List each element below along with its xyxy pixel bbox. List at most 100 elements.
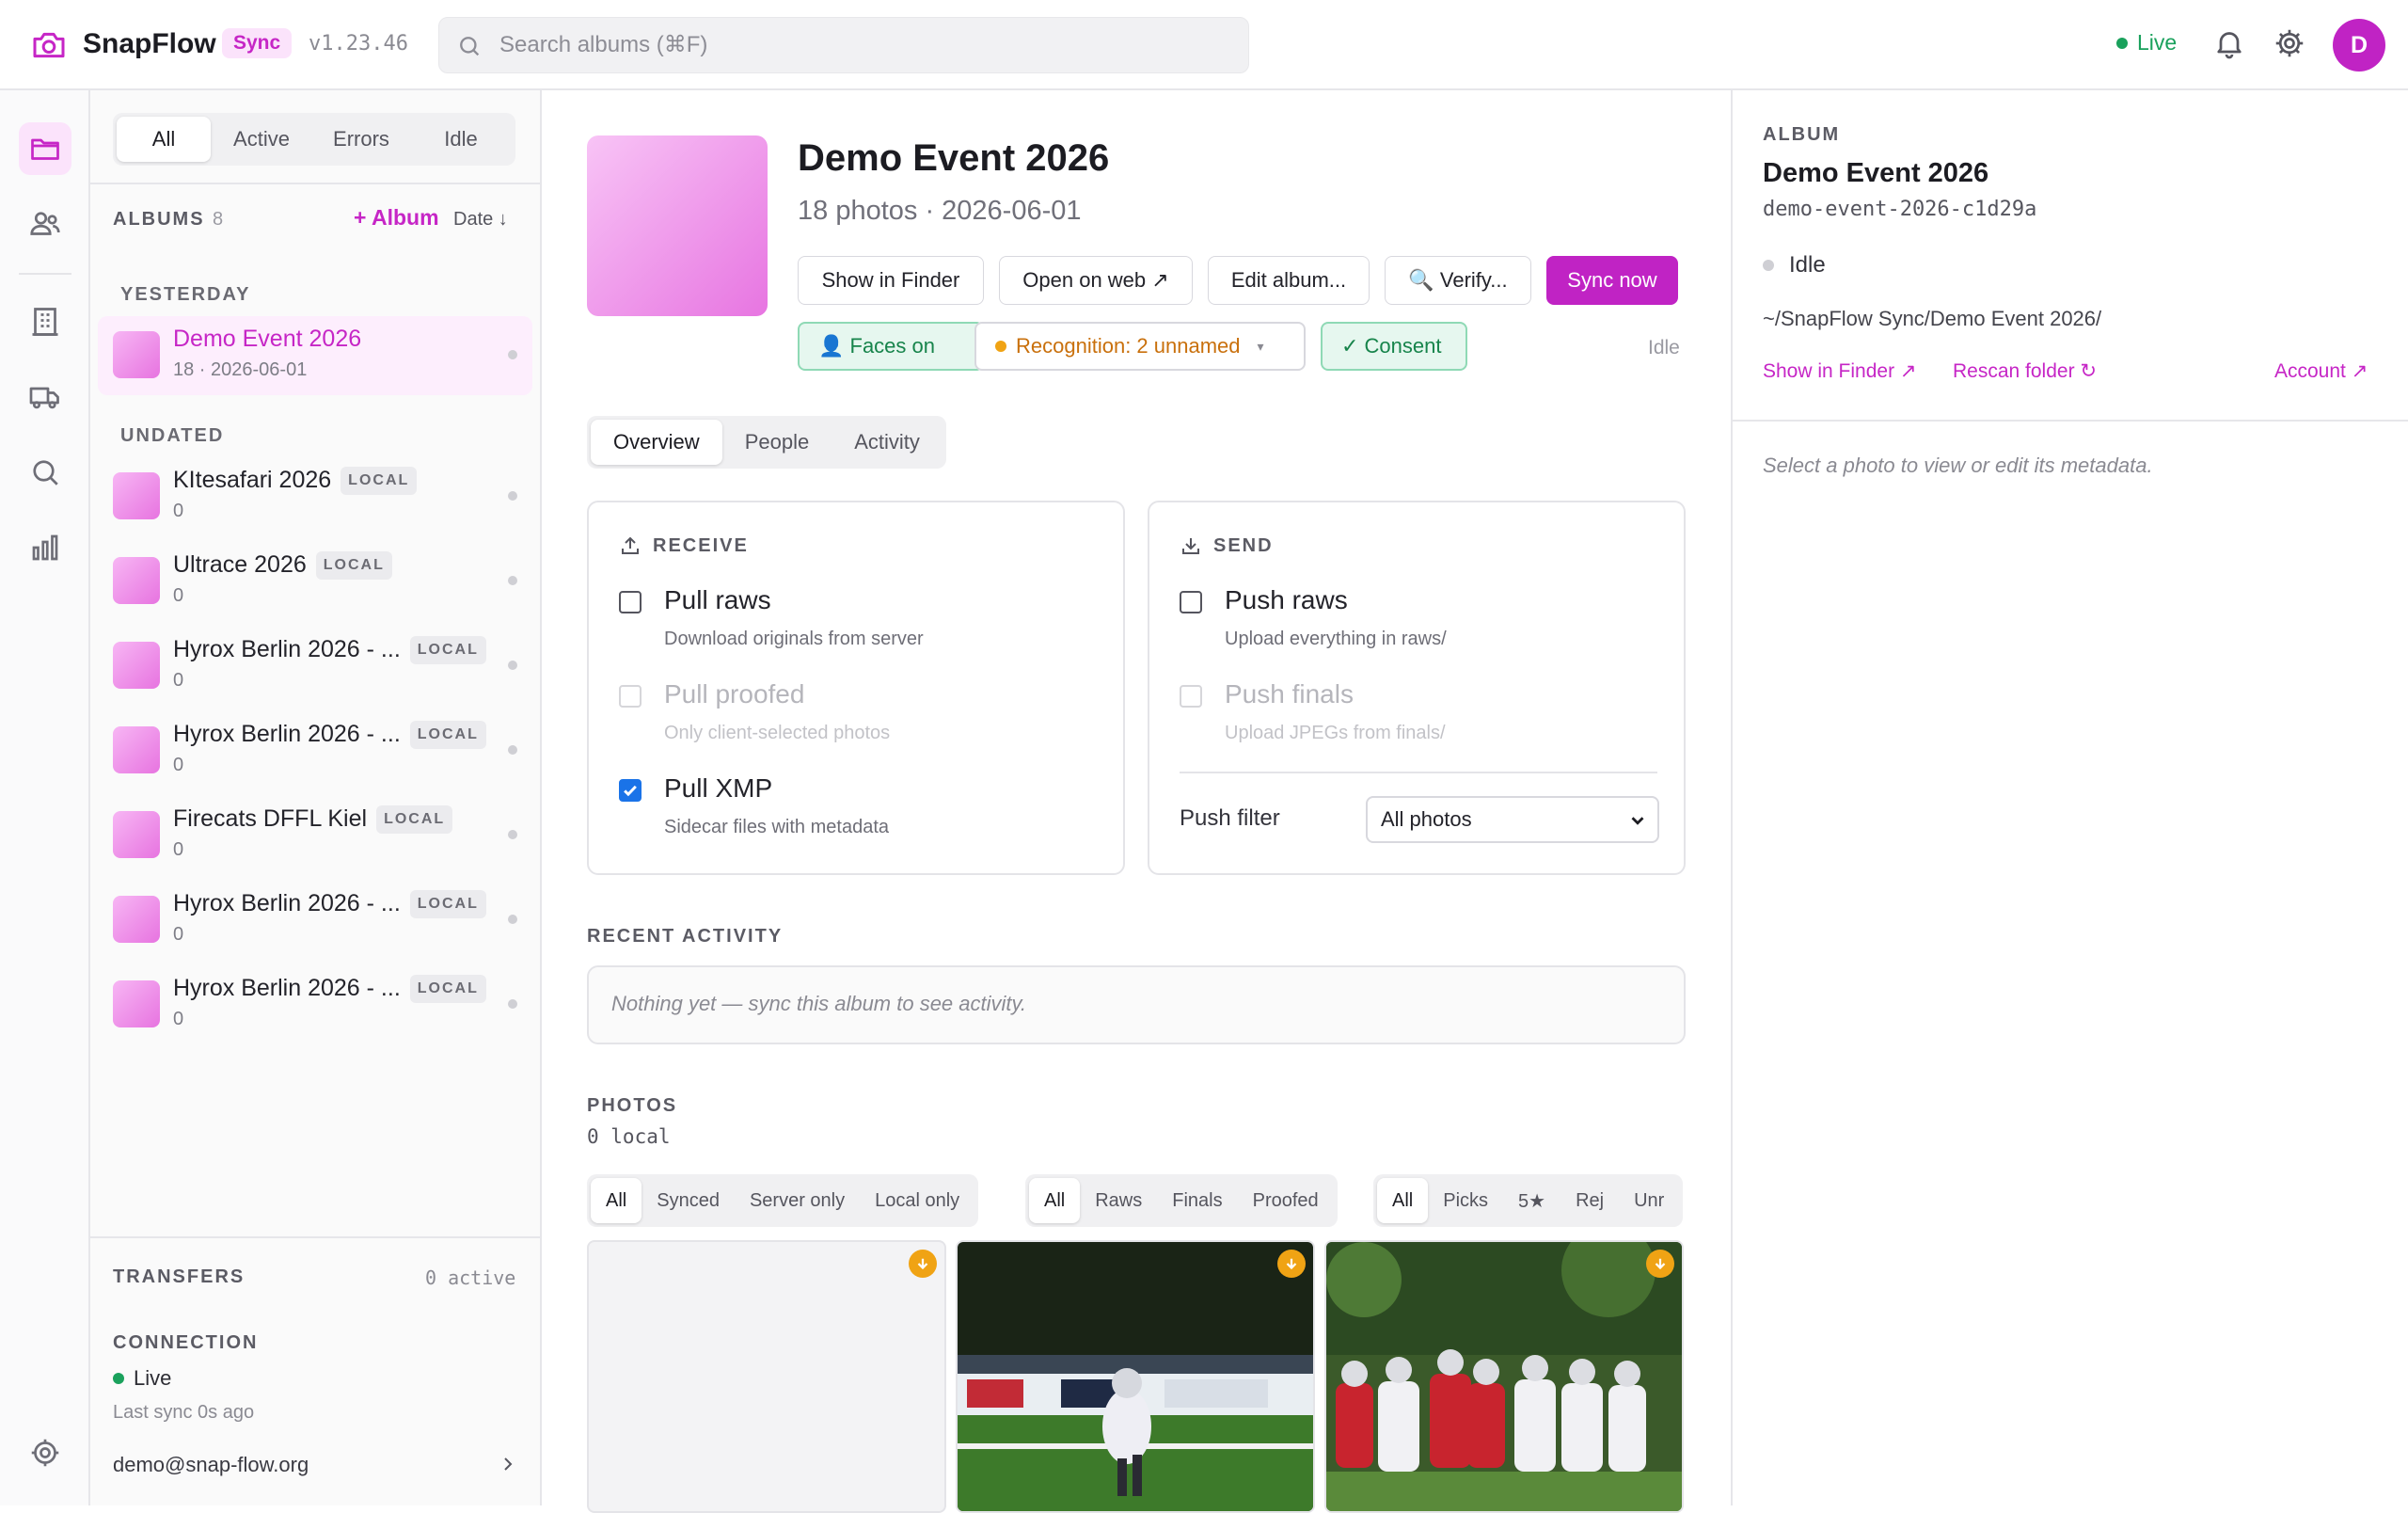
status-dot (113, 1373, 124, 1384)
account-link[interactable]: Account ↗ (2274, 359, 2368, 383)
filter-five-star[interactable]: 5★ (1503, 1178, 1560, 1223)
connection-status: Live (2116, 30, 2177, 56)
filter-type-all[interactable]: All (1029, 1178, 1081, 1223)
pull-raws-checkbox[interactable] (619, 591, 642, 613)
filter-rating-all[interactable]: All (1377, 1178, 1429, 1223)
photo-tile[interactable] (956, 1240, 1315, 1513)
album-name: Hyrox Berlin 2026 - ... (173, 636, 401, 662)
receive-label: RECEIVE (653, 534, 749, 556)
show-in-finder-link[interactable]: Show in Finder ↗ (1763, 359, 1917, 383)
option-label: Pull XMP (664, 773, 773, 803)
app-version: v1.23.46 (309, 32, 408, 56)
building-icon (32, 308, 58, 336)
filter-raws[interactable]: Raws (1080, 1178, 1157, 1223)
filter-finals[interactable]: Finals (1157, 1178, 1237, 1223)
push-finals-checkbox (1180, 685, 1202, 708)
album-item[interactable]: Demo Event 2026 18 · 2026-06-01 (98, 316, 532, 395)
connection-heading: CONNECTION (113, 1332, 259, 1353)
folder-icon (31, 138, 59, 160)
nav-organization[interactable] (19, 295, 71, 348)
nav-divider (19, 273, 71, 275)
push-filter-select[interactable]: All photos (1366, 796, 1659, 843)
filter-rejected[interactable]: Rej (1560, 1178, 1619, 1223)
filter-server-only[interactable]: Server only (735, 1178, 860, 1223)
recent-activity-heading: RECENT ACTIVITY (587, 926, 784, 947)
album-name-row: Firecats DFFL Kiel LOCAL (173, 805, 453, 834)
sync-now-button[interactable]: Sync now (1546, 256, 1678, 305)
filter-active[interactable]: Active (211, 117, 312, 162)
photo-image (1326, 1242, 1682, 1511)
bell-icon[interactable] (2212, 26, 2246, 60)
album-name-row: Hyrox Berlin 2026 - ... LOCAL (173, 890, 486, 918)
photo-tile[interactable] (587, 1240, 946, 1513)
divider (1180, 772, 1657, 773)
nav-albums[interactable] (19, 122, 71, 175)
divider (90, 1236, 540, 1238)
open-on-web-button[interactable]: Open on web ↗ (999, 256, 1193, 305)
recent-activity-box: Nothing yet — sync this album to see act… (587, 965, 1686, 1044)
filter-proofed[interactable]: Proofed (1238, 1178, 1334, 1223)
filter-errors[interactable]: Errors (312, 117, 410, 162)
option-description: Only client-selected photos (664, 723, 891, 743)
push-filter-value: All photos (1381, 807, 1472, 831)
album-item[interactable]: Hyrox Berlin 2026 - ... LOCAL 0 (98, 711, 532, 790)
tab-people[interactable]: People (722, 420, 832, 465)
nav-search[interactable] (19, 446, 71, 499)
album-item[interactable]: Ultrace 2026 LOCAL 0 (98, 542, 532, 621)
type-filter: All Raws Finals Proofed (1025, 1174, 1338, 1227)
tab-activity[interactable]: Activity (832, 420, 943, 465)
album-status-dot (508, 830, 517, 839)
nav-deliveries[interactable] (19, 371, 71, 423)
recognition-chip[interactable]: Recognition: 2 unnamed ▾ (974, 322, 1306, 371)
rescan-folder-link[interactable]: Rescan folder ↻ (1953, 359, 2097, 383)
album-search[interactable] (438, 17, 1249, 73)
album-thumbnail (113, 896, 160, 943)
add-album-button[interactable]: + Album (354, 205, 439, 231)
album-name: Hyrox Berlin 2026 - ... (173, 975, 401, 1001)
filter-location-all[interactable]: All (591, 1178, 642, 1223)
album-thumbnail (113, 726, 160, 773)
chevron-down-icon (1631, 817, 1644, 825)
album-name-row: Hyrox Berlin 2026 - ... LOCAL (173, 975, 486, 1003)
sort-date-button[interactable]: Date ↓ (453, 209, 508, 231)
filter-synced[interactable]: Synced (642, 1178, 735, 1223)
verify-button[interactable]: 🔍 Verify... (1385, 256, 1531, 305)
divider (90, 183, 540, 184)
option-description: Upload everything in raws/ (1225, 629, 1447, 649)
send-heading: SEND (1180, 534, 1274, 557)
push-raws-checkbox[interactable] (1180, 591, 1202, 613)
filter-all[interactable]: All (117, 117, 211, 162)
faces-chip[interactable]: 👤 Faces on (798, 322, 984, 371)
chevron-right-icon[interactable] (497, 1453, 519, 1475)
album-item[interactable]: Firecats DFFL Kiel LOCAL 0 (98, 796, 532, 875)
edit-album-button[interactable]: Edit album... (1208, 256, 1370, 305)
show-in-finder-button[interactable]: Show in Finder (798, 256, 984, 305)
tab-overview[interactable]: Overview (591, 420, 722, 465)
album-item[interactable]: Hyrox Berlin 2026 - ... LOCAL 0 (98, 627, 532, 706)
filter-idle[interactable]: Idle (410, 117, 512, 162)
local-badge: LOCAL (409, 721, 486, 749)
consent-chip[interactable]: ✓ Consent (1321, 322, 1467, 371)
avatar[interactable]: D (2333, 19, 2385, 72)
nav-settings[interactable] (19, 1426, 71, 1479)
search-icon (33, 460, 58, 486)
photos-heading: PHOTOS (587, 1095, 678, 1116)
filter-picks[interactable]: Picks (1428, 1178, 1503, 1223)
nav-stats[interactable] (19, 521, 71, 574)
filter-unrated[interactable]: Unr (1619, 1178, 1679, 1223)
album-item[interactable]: Hyrox Berlin 2026 - ... LOCAL 0 (98, 881, 532, 960)
metadata-empty-hint: Select a photo to view or edit its metad… (1763, 454, 2153, 477)
local-badge: LOCAL (341, 467, 418, 495)
account-email[interactable]: demo@snap-flow.org (113, 1453, 309, 1477)
photos-count: 0 local (587, 1125, 671, 1148)
search-input[interactable] (499, 18, 1233, 72)
photo-tile[interactable] (1324, 1240, 1684, 1513)
gear-icon[interactable] (2273, 26, 2306, 60)
album-thumbnail (113, 811, 160, 858)
filter-local-only[interactable]: Local only (860, 1178, 974, 1223)
album-item[interactable]: Hyrox Berlin 2026 - ... LOCAL 0 (98, 965, 532, 1044)
pull-xmp-checkbox[interactable] (619, 779, 642, 802)
nav-people[interactable] (19, 198, 71, 250)
album-item[interactable]: KItesafari 2026 LOCAL 0 (98, 457, 532, 536)
album-name: Ultrace 2026 (173, 551, 307, 578)
